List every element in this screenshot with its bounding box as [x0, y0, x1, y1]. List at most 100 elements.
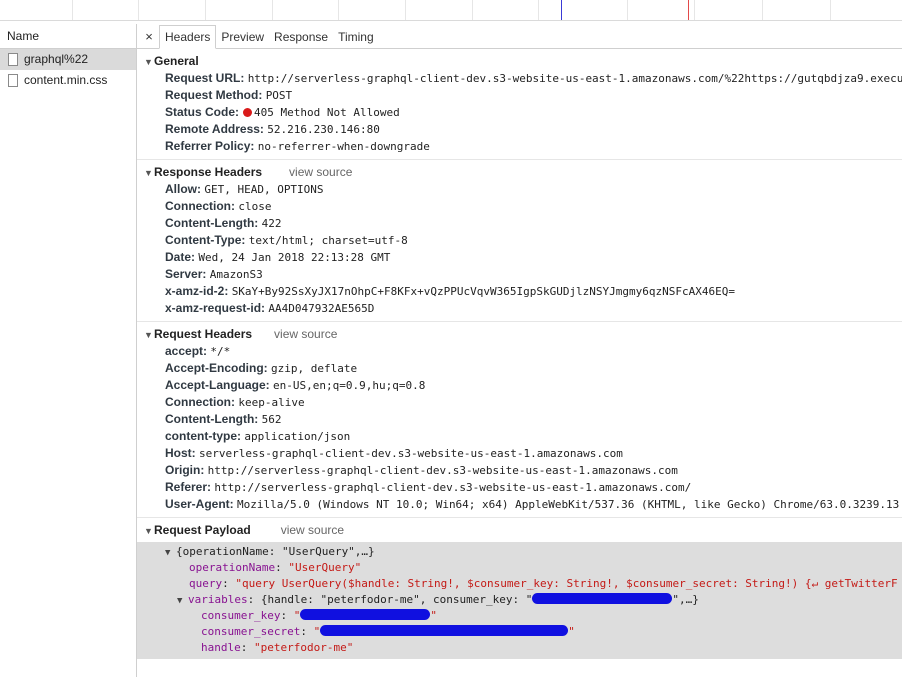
payload-key: consumer_secret — [201, 625, 301, 638]
header-key: Status Code: — [165, 105, 240, 119]
status-code-row: Status Code: 405 Method Not Allowed — [137, 104, 902, 121]
header-value: Mozilla/5.0 (Windows NT 10.0; Win64; x64… — [237, 498, 900, 511]
payload-variables-row[interactable]: ▼ variables: {handle: "peterfodor-me", co… — [137, 592, 902, 608]
name-column-header[interactable]: Name — [0, 24, 136, 49]
response-header-row: Server: AmazonS3 — [137, 266, 902, 283]
header-value: SKaY+By92SsXyJX17nOhpC+F8KFx+vQzPPUcVqvW… — [231, 285, 736, 298]
request-header-row: Accept-Encoding: gzip, deflate — [137, 360, 902, 377]
header-key: Referer: — [165, 480, 212, 494]
tab-timing[interactable]: Timing — [333, 26, 379, 48]
header-key: x-amz-id-2: — [165, 284, 229, 298]
triangle-down-icon: ▼ — [144, 330, 153, 340]
referrer-policy-value: no-referrer-when-downgrade — [257, 140, 430, 153]
header-key: content-type: — [165, 429, 241, 443]
request-header-row: Accept-Language: en-US,en;q=0.9,hu;q=0.8 — [137, 377, 902, 394]
response-header-row: Content-Length: 422 — [137, 215, 902, 232]
redaction-mark — [320, 625, 569, 636]
payload-key: handle — [201, 641, 241, 654]
request-header-row: User-Agent: Mozilla/5.0 (Windows NT 10.0… — [137, 496, 902, 513]
tab-headers[interactable]: Headers — [159, 25, 217, 49]
response-header-row: x-amz-id-2: SKaY+By92SsXyJX17nOhpC+F8KFx… — [137, 283, 902, 300]
request-url-row: Request URL: http://serverless-graphql-c… — [137, 70, 902, 87]
section-title: General — [154, 54, 199, 68]
section-title: Request Headers — [154, 327, 253, 341]
request-method-row: Request Method: POST — [137, 87, 902, 104]
header-value: gzip, deflate — [271, 362, 358, 375]
request-payload-header[interactable]: ▼Request Payload view source — [137, 522, 902, 539]
payload-operation-name-row: operationName: "UserQuery" — [189, 561, 362, 574]
view-source-link[interactable]: view source — [289, 165, 352, 179]
header-key: Server: — [165, 267, 207, 281]
header-value: */* — [210, 345, 231, 358]
response-header-row: Date: Wed, 24 Jan 2018 22:13:28 GMT — [137, 249, 902, 266]
payload-consumer-key-row: consumer_key: " " — [201, 609, 437, 622]
payload-value: "peterfodor-me" — [254, 641, 354, 654]
header-key: User-Agent: — [165, 497, 234, 511]
tab-response[interactable]: Response — [269, 26, 333, 48]
triangle-down-icon: ▼ — [165, 548, 171, 558]
detail-tabbar: × Headers Preview Response Timing — [137, 24, 902, 49]
payload-key: query — [189, 577, 223, 590]
redaction-mark — [532, 593, 673, 604]
request-item-label: graphql%22 — [24, 52, 89, 66]
payload-handle-row: handle: "peterfodor-me" — [201, 641, 354, 654]
request-headers-section: ▼Request Headers view source accept: */* A… — [137, 326, 902, 518]
payload-consumer-secret-row: consumer_secret: " " — [201, 625, 575, 638]
header-key: Origin: — [165, 463, 205, 477]
triangle-down-icon: ▼ — [144, 526, 153, 536]
header-value: 562 — [261, 413, 282, 426]
request-headers-header[interactable]: ▼Request Headers view source — [137, 326, 902, 343]
response-header-row: Connection: close — [137, 198, 902, 215]
request-item-content-css[interactable]: content.min.css — [0, 70, 136, 91]
response-headers-header[interactable]: ▼Response Headers view source — [137, 164, 902, 181]
header-value: close — [238, 200, 272, 213]
view-source-link[interactable]: view source — [274, 327, 337, 341]
payload-value: "UserQuery" — [288, 561, 362, 574]
payload-query-row: query: "query UserQuery($handle: String!… — [189, 577, 898, 590]
referrer-policy-row: Referrer Policy: no-referrer-when-downgr… — [137, 138, 902, 155]
request-method-value: POST — [265, 89, 293, 102]
header-key: Request Method: — [165, 88, 263, 102]
request-payload-section: ▼Request Payload view source ▼ {operationN… — [137, 522, 902, 659]
close-icon[interactable]: × — [141, 26, 157, 48]
header-value: en-US,en;q=0.9,hu;q=0.8 — [273, 379, 426, 392]
response-header-row: Allow: GET, HEAD, OPTIONS — [137, 181, 902, 198]
file-icon — [8, 53, 18, 66]
payload-key: consumer_key — [201, 609, 281, 622]
response-headers-section: ▼Response Headers view source Allow: GET,… — [137, 164, 902, 322]
header-key: Date: — [165, 250, 196, 264]
header-key: Connection: — [165, 199, 235, 213]
payload-root-summary: {operationName: "UserQuery",…} — [176, 545, 375, 558]
header-key: accept: — [165, 344, 208, 358]
payload-root-row[interactable]: ▼ {operationName: "UserQuery",…} — [137, 544, 902, 560]
header-key: Allow: — [165, 182, 201, 196]
header-value: GET, HEAD, OPTIONS — [204, 183, 324, 196]
header-key: x-amz-request-id: — [165, 301, 266, 315]
header-value: http://serverless-graphql-client-dev.s3-… — [214, 481, 692, 494]
tab-preview[interactable]: Preview — [216, 26, 269, 48]
view-source-link[interactable]: view source — [281, 523, 344, 537]
header-key: Content-Type: — [165, 233, 246, 247]
header-value: 422 — [261, 217, 282, 230]
header-value: application/json — [244, 430, 351, 443]
request-item-graphql[interactable]: graphql%22 — [0, 49, 136, 70]
payload-tree: ▼ {operationName: "UserQuery",…} operatio… — [137, 542, 902, 659]
header-key: Referrer Policy: — [165, 139, 255, 153]
redaction-mark — [300, 609, 431, 620]
file-icon — [8, 74, 18, 87]
section-title: Response Headers — [154, 165, 263, 179]
payload-value: "query UserQuery($handle: String!, $cons… — [235, 577, 898, 590]
request-header-row: accept: */* — [137, 343, 902, 360]
request-url-value: http://serverless-graphql-client-dev.s3-… — [247, 72, 902, 85]
payload-key: operationName — [189, 561, 276, 574]
header-key: Content-Length: — [165, 216, 259, 230]
remote-address-value: 52.216.230.146:80 — [267, 123, 380, 136]
status-error-icon — [243, 108, 253, 117]
triangle-down-icon: ▼ — [144, 57, 153, 67]
header-value: Wed, 24 Jan 2018 22:13:28 GMT — [198, 251, 391, 264]
header-key: Remote Address: — [165, 122, 264, 136]
general-section-header[interactable]: ▼General — [137, 53, 902, 70]
header-value: serverless-graphql-client-dev.s3-website… — [199, 447, 623, 460]
header-value: AmazonS3 — [209, 268, 263, 281]
header-key: Connection: — [165, 395, 235, 409]
